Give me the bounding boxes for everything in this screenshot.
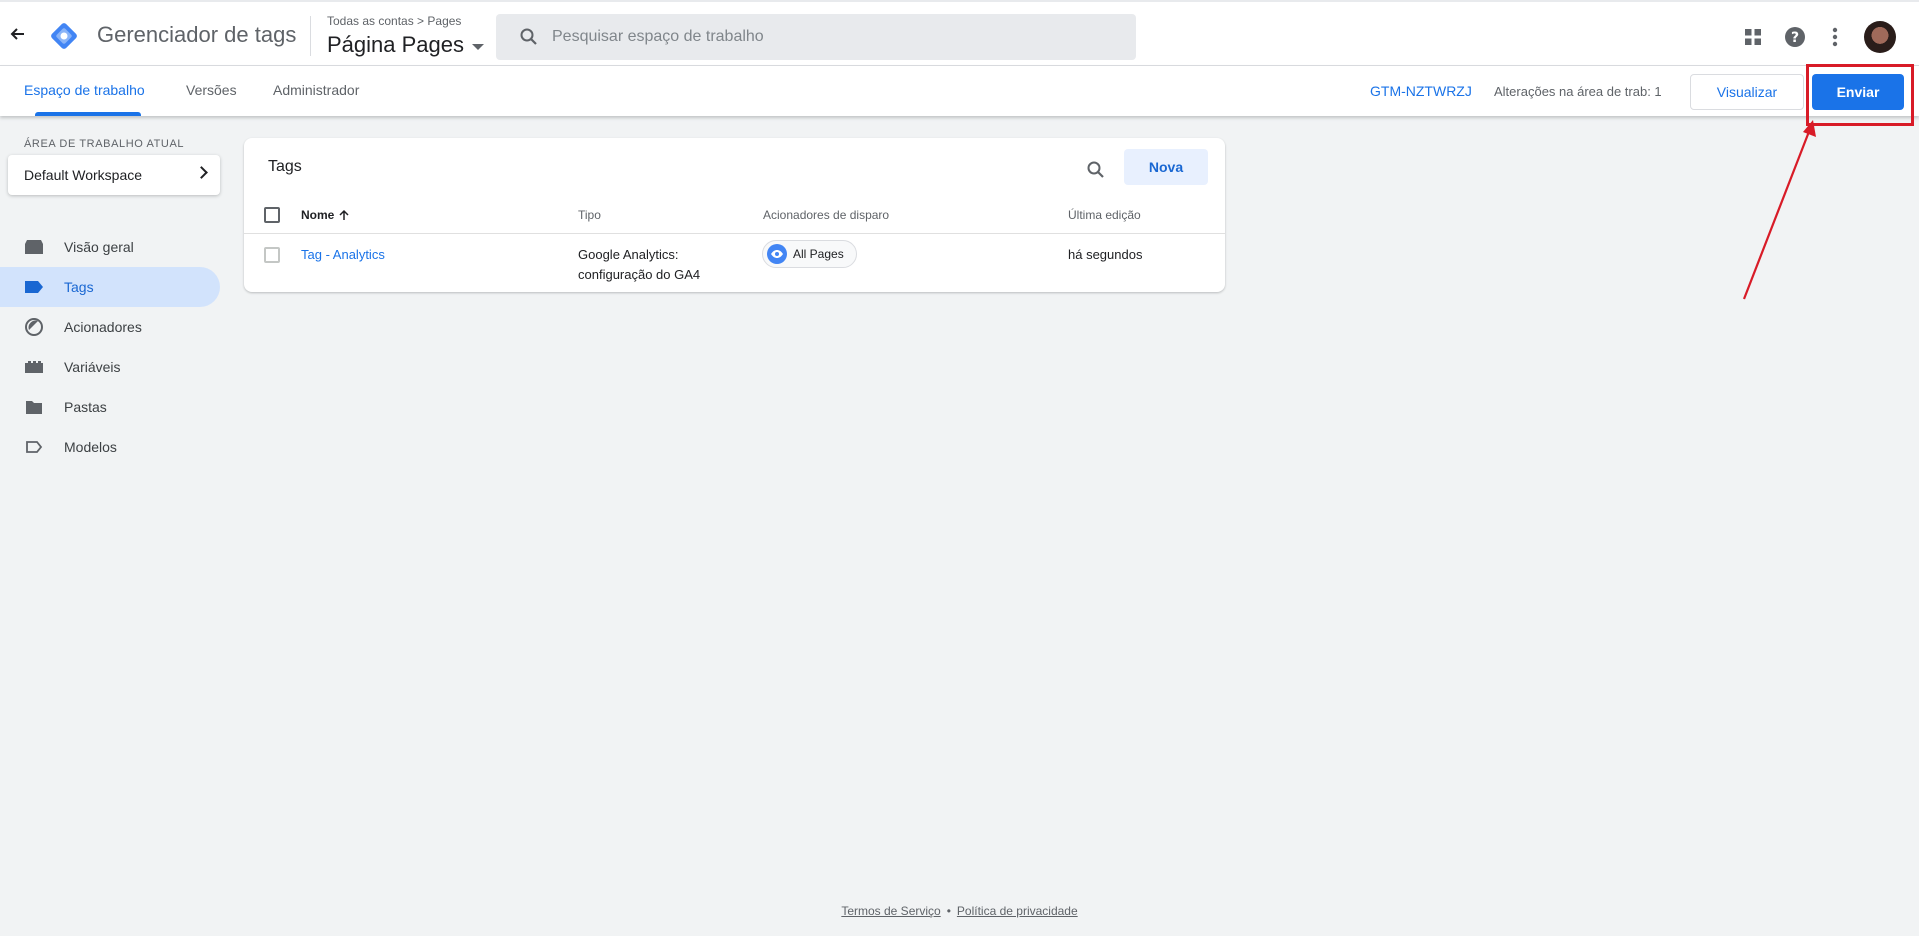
tag-icon (24, 277, 44, 297)
select-all-checkbox[interactable] (264, 207, 280, 223)
current-workspace-label: ÁREA DE TRABALHO ATUAL (24, 138, 185, 150)
column-header-name-label: Nome (301, 208, 335, 222)
back-arrow-icon[interactable] (8, 24, 28, 44)
column-header-last-edit[interactable]: Última edição (1068, 208, 1141, 222)
tab-admin[interactable]: Administrador (273, 82, 359, 98)
column-header-type[interactable]: Tipo (578, 208, 601, 222)
active-tab-indicator (35, 112, 141, 116)
workspace-changes-count: Alterações na área de trab: 1 (1494, 84, 1662, 99)
tag-last-edit: há segundos (1068, 247, 1143, 262)
footer: Termos de Serviço • Política de privacidad… (0, 904, 1919, 918)
sidebar-item-variables[interactable]: Variáveis (0, 347, 220, 387)
search-input[interactable] (552, 28, 1112, 46)
tag-name-link[interactable]: Tag - Analytics (301, 245, 385, 265)
sidebar-item-overview[interactable]: Visão geral (0, 227, 220, 267)
overview-icon (24, 237, 44, 257)
workspace-name: Default Workspace (24, 167, 143, 183)
tab-workspace[interactable]: Espaço de trabalho (24, 82, 145, 98)
workspace-selector[interactable]: Default Workspace (8, 155, 220, 195)
trigger-chip[interactable]: All Pages (762, 240, 857, 268)
tab-versions[interactable]: Versões (186, 82, 237, 98)
header-divider (244, 233, 1225, 234)
eye-icon (767, 244, 787, 264)
search-icon[interactable] (1082, 156, 1110, 184)
top-app-bar: Gerenciador de tags Todas as contas > Pa… (0, 0, 1919, 66)
terms-link[interactable]: Termos de Serviço (841, 904, 940, 918)
help-icon[interactable]: ? (1782, 24, 1808, 50)
avatar[interactable] (1864, 21, 1896, 53)
header-divider (310, 16, 311, 56)
container-name: Página Pages (327, 32, 464, 57)
caret-down-icon (472, 44, 484, 50)
tag-type-line1: Google Analytics: (578, 247, 679, 262)
sidebar-item-label: Acionadores (64, 319, 142, 335)
sidebar-item-label: Visão geral (64, 239, 134, 255)
trigger-icon (24, 317, 44, 337)
template-icon (24, 437, 44, 457)
variables-icon (24, 357, 44, 377)
trigger-chip-label: All Pages (793, 247, 844, 261)
chevron-right-icon (195, 166, 208, 179)
card-title: Tags (268, 158, 302, 175)
preview-button[interactable]: Visualizar (1690, 74, 1804, 110)
submit-button[interactable]: Enviar (1812, 74, 1904, 110)
svg-text:?: ? (1791, 30, 1799, 46)
annotation-arrow (1742, 120, 1816, 300)
folder-icon (24, 397, 44, 417)
search-icon (506, 14, 552, 60)
sidebar-item-label: Variáveis (64, 359, 121, 375)
container-id-link[interactable]: GTM-NZTWRZJ (1370, 83, 1472, 99)
row-checkbox[interactable] (264, 247, 280, 263)
privacy-link[interactable]: Política de privacidade (957, 904, 1078, 918)
tags-card: Tags Nova Nome Tipo Acionadores de dispa… (244, 138, 1225, 292)
app-title: Gerenciador de tags (97, 22, 297, 47)
column-header-triggers[interactable]: Acionadores de disparo (763, 208, 889, 222)
sidebar-item-label: Tags (64, 279, 94, 295)
workspace-navbar: Espaço de trabalho Versões Administrador… (0, 66, 1919, 116)
apps-grid-icon[interactable] (1740, 24, 1766, 50)
breadcrumb[interactable]: Todas as contas > Pages (327, 14, 461, 28)
new-tag-button[interactable]: Nova (1124, 149, 1208, 185)
sidebar-item-label: Pastas (64, 399, 107, 415)
sort-ascending-icon (339, 209, 349, 220)
sidebar-item-triggers[interactable]: Acionadores (0, 307, 220, 347)
container-selector[interactable]: Página Pages (327, 32, 484, 58)
sidebar-item-templates[interactable]: Modelos (0, 427, 220, 467)
column-header-name[interactable]: Nome (301, 208, 350, 222)
sidebar-item-folders[interactable]: Pastas (0, 387, 220, 427)
more-vert-icon[interactable] (1822, 24, 1848, 50)
sidebar-item-tags[interactable]: Tags (0, 267, 220, 307)
workspace-search[interactable] (496, 14, 1136, 60)
sidebar-item-label: Modelos (64, 439, 117, 455)
tag-type-line2: configuração do GA4 (578, 267, 701, 282)
footer-separator: • (946, 904, 951, 918)
tag-manager-logo-icon (48, 20, 80, 52)
